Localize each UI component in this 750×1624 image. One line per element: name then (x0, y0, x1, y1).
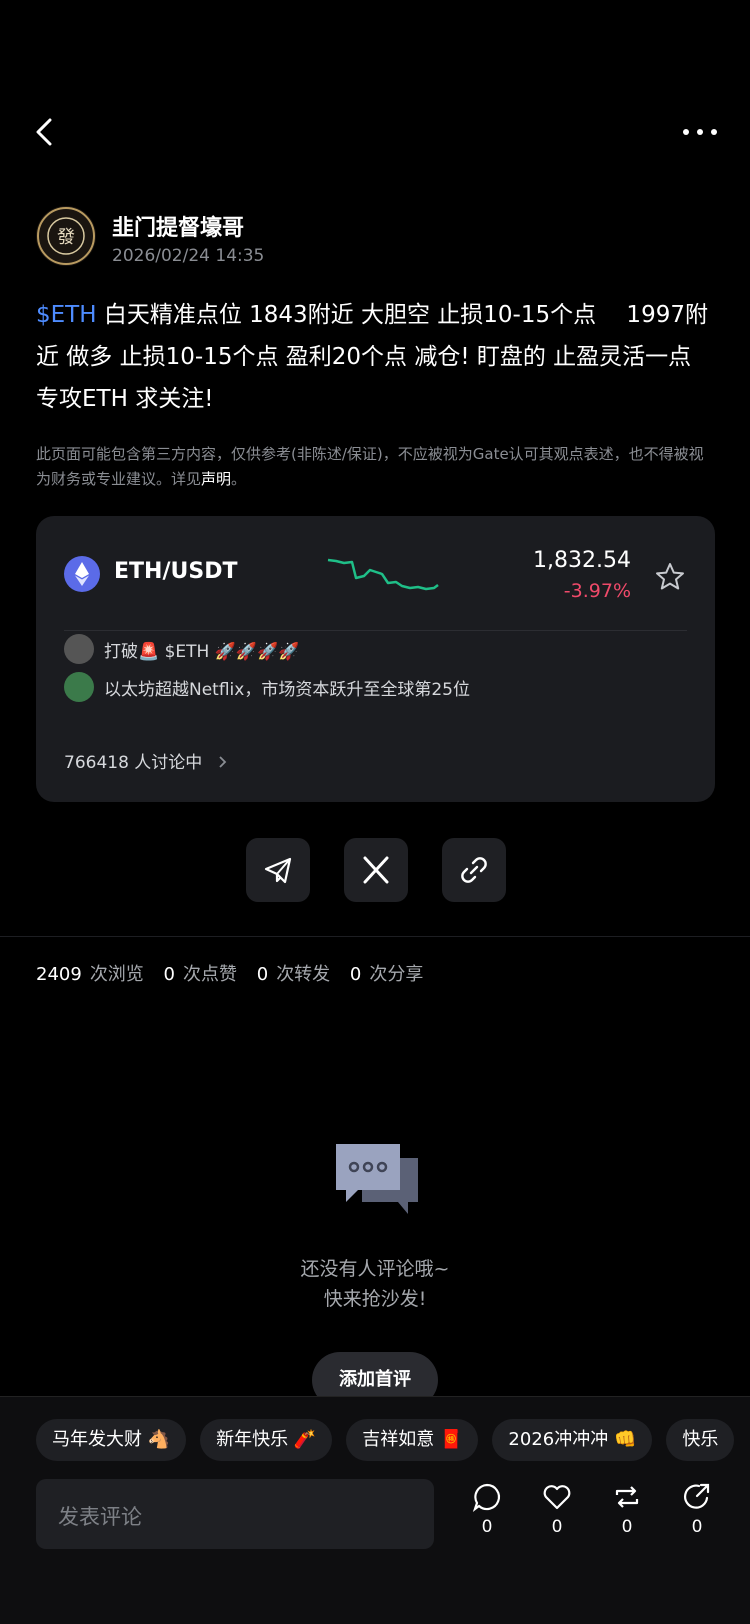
comment-action[interactable]: 0 (462, 1481, 512, 1537)
disclaimer-text: 此页面可能包含第三方内容，仅供参考(非陈述/保证)，不应被视为Gate认可其观点… (36, 445, 704, 488)
views-count: 2409 (36, 964, 82, 985)
reposts-label: 次转发 (276, 964, 331, 985)
quick-reply-chip[interactable]: 快乐 (666, 1419, 735, 1461)
author-name[interactable]: 韭门提督壕哥 (112, 210, 244, 242)
share-telegram-button[interactable] (246, 838, 310, 902)
discussion-text: 打破🚨 $ETH 🚀🚀🚀🚀 (104, 641, 300, 662)
x-icon (363, 856, 389, 884)
like-count: 0 (551, 1517, 563, 1537)
discussion-item[interactable]: 打破🚨 $ETH 🚀🚀🚀🚀 (64, 633, 299, 665)
disclaimer-link[interactable]: 声明 (201, 470, 231, 488)
empty-text-line1: 还没有人评论哦~ (300, 1258, 450, 1280)
comment-count: 0 (481, 1517, 493, 1537)
disclaimer: 此页面可能包含第三方内容，仅供参考(非陈述/保证)，不应被视为Gate认可其观点… (36, 442, 716, 492)
repost-action[interactable]: 0 (602, 1481, 652, 1537)
quick-reply-chip[interactable]: 马年发大财 🐴 (36, 1419, 187, 1461)
ticker-card[interactable]: ETH/USDT 1,832.54 -3.97% 打破🚨 $ETH 🚀🚀🚀🚀 以… (36, 516, 715, 802)
card-divider (64, 630, 687, 631)
empty-text-line2: 快来抢沙发! (323, 1288, 427, 1310)
discussing-count: 766418 人讨论中 (64, 753, 203, 773)
price-sparkline (326, 552, 456, 600)
discussion-item[interactable]: 以太坊超越Netflix，市场资本跃升至全球第25位 (64, 671, 470, 703)
quick-reply-chips: 马年发大财 🐴 新年快乐 🧨 吉祥如意 🧧 2026冲冲冲 👊 快乐 (36, 1419, 748, 1461)
repost-icon (615, 1486, 639, 1508)
comment-input[interactable]: 发表评论 (36, 1479, 434, 1549)
like-action[interactable]: 0 (532, 1481, 582, 1537)
share-action[interactable]: 0 (672, 1481, 722, 1537)
quick-reply-chip[interactable]: 吉祥如意 🧧 (346, 1419, 479, 1461)
quick-reply-chip[interactable]: 新年快乐 🧨 (200, 1419, 333, 1461)
shares-count: 0 (349, 964, 362, 985)
chevron-right-icon (219, 756, 226, 768)
comment-bar: 马年发大财 🐴 新年快乐 🧨 吉祥如意 🧧 2026冲冲冲 👊 快乐 发表评论 0 0 … (0, 1396, 750, 1624)
empty-comments-icon (332, 1142, 422, 1222)
favorite-star-icon[interactable] (653, 560, 687, 594)
ticker-tag-link[interactable]: $ETH (36, 302, 97, 328)
link-icon (461, 857, 487, 883)
heart-icon (543, 1485, 571, 1510)
views-label: 次浏览 (89, 964, 144, 985)
top-bar (0, 100, 750, 160)
post-stats: 2409 次浏览 0 次点赞 0 次转发 0 次分享 (36, 960, 423, 986)
pair-change: -3.97% (563, 580, 631, 602)
quick-reply-chip[interactable]: 2026冲冲冲 👊 (492, 1419, 653, 1461)
post-text: 白天精准点位 1843附近 大胆空 止损10-15个点 1997附近 做多 止损… (36, 302, 708, 412)
reposts-count: 0 (256, 964, 269, 985)
post-date: 2026/02/24 14:35 (112, 246, 265, 266)
back-icon[interactable] (28, 114, 64, 150)
more-options-icon[interactable] (678, 114, 722, 150)
discussion-text: 以太坊超越Netflix，市场资本跃升至全球第25位 (104, 679, 470, 700)
svg-text:發: 發 (57, 227, 75, 248)
comment-placeholder: 发表评论 (58, 1505, 142, 1529)
share-count: 0 (691, 1517, 703, 1537)
discussing-link[interactable]: 766418 人讨论中 (64, 748, 230, 773)
repost-count: 0 (621, 1517, 633, 1537)
user-avatar (64, 634, 94, 664)
share-icon (684, 1483, 710, 1509)
post-body: $ETH 白天精准点位 1843附近 大胆空 止损10-15个点 1997附近 … (36, 294, 716, 420)
share-x-button[interactable] (344, 838, 408, 902)
section-divider (0, 936, 750, 937)
author-avatar[interactable]: 發 (36, 206, 96, 266)
likes-label: 次点赞 (183, 964, 237, 985)
user-avatar (64, 672, 94, 702)
likes-count: 0 (163, 964, 175, 985)
telegram-icon (264, 857, 292, 884)
copy-link-button[interactable] (442, 838, 506, 902)
shares-label: 次分享 (369, 964, 424, 985)
pair-price: 1,832.54 (533, 548, 631, 573)
eth-icon (64, 556, 100, 592)
pair-name: ETH/USDT (114, 559, 238, 584)
comment-icon (472, 1483, 501, 1512)
disclaimer-end: 。 (231, 470, 247, 488)
